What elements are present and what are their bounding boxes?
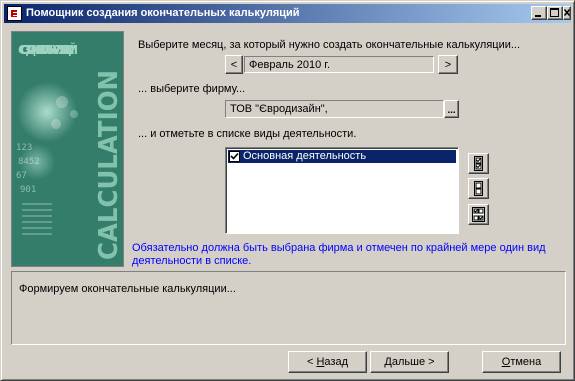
- close-button[interactable]: [563, 6, 571, 20]
- close-icon: [564, 9, 570, 16]
- month-prompt: Выберите месяц, за который нужно создать…: [138, 39, 521, 51]
- month-value: Февраль 2010 г.: [249, 59, 331, 71]
- uncheck-all-button[interactable]: [468, 178, 489, 199]
- maximize-icon: [550, 8, 559, 17]
- validation-note: Обязательно должна быть выбрана фирма и …: [132, 242, 546, 267]
- invert-check-icon: [472, 207, 485, 222]
- check-all-button[interactable]: [468, 153, 489, 174]
- svg-text:8452: 8452: [18, 157, 40, 167]
- next-button-label: Дальше >: [384, 356, 435, 368]
- cancel-button[interactable]: Отмена: [482, 351, 561, 373]
- chevron-right-icon: >: [444, 58, 452, 71]
- status-panel: Формируем окончательные калькуляции...: [11, 271, 566, 345]
- back-button-prefix: <: [306, 356, 317, 368]
- invert-check-button[interactable]: [468, 204, 489, 225]
- month-field[interactable]: Февраль 2010 г.: [244, 56, 434, 73]
- cancel-button-rest: тмена: [510, 356, 542, 368]
- status-text: Формируем окончательные калькуляции...: [19, 283, 236, 295]
- check-all-icon: [474, 156, 483, 171]
- checkbox[interactable]: [229, 151, 240, 162]
- cancel-button-hotkey: О: [501, 356, 511, 368]
- banner-caption-vertical: CALCULATION: [94, 70, 123, 260]
- svg-text:123: 123: [16, 143, 32, 153]
- maximize-button[interactable]: [547, 6, 563, 20]
- firm-value: ТОВ "Євродизайн",: [230, 103, 328, 115]
- firm-field[interactable]: ТОВ "Євродизайн",: [225, 100, 444, 118]
- svg-text:901: 901: [20, 185, 36, 195]
- uncheck-all-icon: [474, 181, 483, 196]
- window-title: Помощник создания окончательных калькуля…: [26, 7, 300, 19]
- chevron-left-icon: <: [230, 58, 238, 71]
- back-button-hotkey: Н: [316, 356, 325, 368]
- activities-list[interactable]: Основная деятельность: [225, 147, 459, 234]
- next-button[interactable]: Дальше >: [370, 351, 449, 373]
- 1c-app-icon: [7, 6, 22, 21]
- banner-caption-top: СОЗДАНИЕ КАЛЬКУЛЯЦИЙ: [18, 42, 78, 57]
- activities-prompt: ... и отметьте в списке виды деятельност…: [138, 128, 357, 140]
- wizard-banner-image: 123 8452 67 901 СОЗДАНИЕ КАЛЬКУЛЯЦИЙ CAL…: [11, 31, 124, 267]
- prev-month-button[interactable]: <: [225, 55, 243, 74]
- list-item-label: Основная деятельность: [243, 150, 367, 162]
- wizard-window: Помощник создания окончательных калькуля…: [0, 0, 575, 381]
- checkmark-icon: [230, 152, 239, 160]
- minimize-icon: [535, 15, 541, 17]
- firm-prompt: ... выберите фирму...: [138, 83, 246, 95]
- svg-text:67: 67: [16, 171, 27, 181]
- ellipsis-icon: ...: [447, 105, 456, 116]
- next-month-button[interactable]: >: [438, 55, 458, 74]
- back-button-rest: азад: [324, 356, 348, 368]
- list-item[interactable]: Основная деятельность: [228, 150, 456, 163]
- minimize-button[interactable]: [531, 6, 547, 20]
- firm-select-button[interactable]: ...: [444, 100, 459, 118]
- title-bar[interactable]: Помощник создания окончательных калькуля…: [4, 4, 571, 23]
- back-button[interactable]: < Назад: [288, 351, 367, 373]
